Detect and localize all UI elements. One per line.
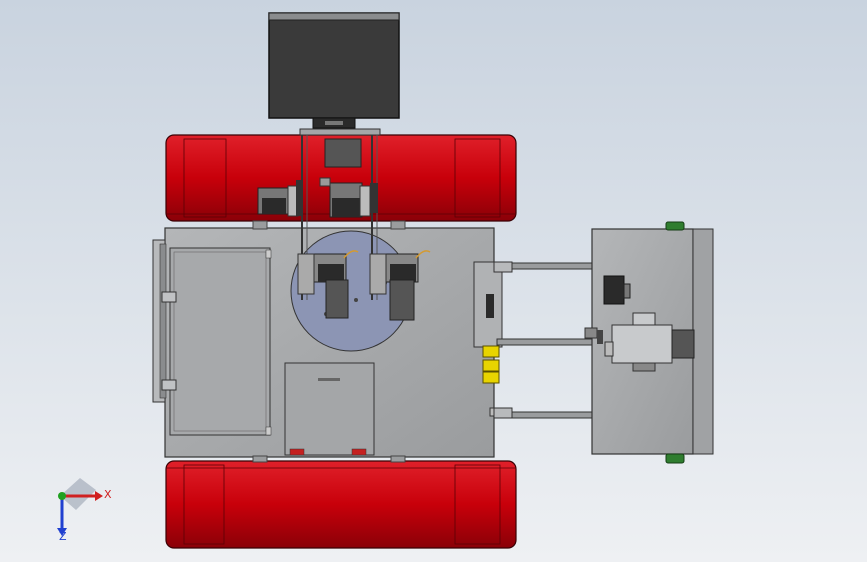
left-panel [152,239,272,436]
monitor [268,12,400,129]
trailer-module [584,228,714,455]
coordinate-triad [57,478,103,536]
x-axis-label: X [104,488,112,501]
control-box [284,362,375,456]
z-axis-label: Z [59,530,67,543]
linkage-rods [493,261,596,419]
yellow-buffers [482,345,500,384]
cad-viewport[interactable] [0,0,867,562]
y-axis-marker [58,492,66,500]
lower-track [165,460,517,549]
